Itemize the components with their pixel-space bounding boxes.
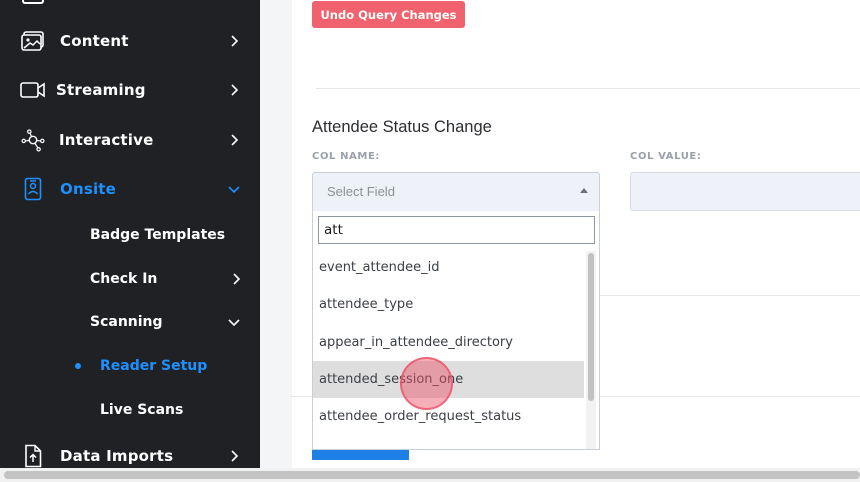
- sidebar-subitem-badge-templates[interactable]: Badge Templates: [0, 215, 260, 255]
- chevron-down-icon: [228, 183, 240, 195]
- active-dot-icon: [75, 363, 81, 369]
- caret-up-icon: [580, 188, 588, 193]
- dropdown-option[interactable]: attendee_order_request_status: [313, 398, 584, 435]
- chevron-right-icon: [228, 84, 240, 96]
- horizontal-scrollbar-thumb[interactable]: [4, 471, 860, 479]
- video-camera-icon: [20, 77, 46, 103]
- section-divider: [316, 88, 860, 89]
- sidebar-item-interactive[interactable]: Interactive: [0, 120, 260, 160]
- badge-icon: [20, 176, 46, 202]
- dropdown-option[interactable]: attendee_type: [313, 286, 584, 323]
- sidebar-subitem-reader-setup[interactable]: Reader Setup: [0, 346, 260, 386]
- file-upload-icon: [20, 443, 46, 468]
- sidebar-item-streaming[interactable]: Streaming: [0, 70, 260, 110]
- dropdown-option[interactable]: appear_in_attendee_directory: [313, 324, 584, 361]
- network-icon: [20, 127, 46, 153]
- sidebar-subitem-label: Scanning: [90, 314, 163, 330]
- sidebar-item-label: Data Imports: [60, 447, 174, 465]
- sidebar-item-content[interactable]: Content: [0, 21, 260, 61]
- undo-query-changes-button[interactable]: Undo Query Changes: [312, 1, 465, 28]
- chevron-right-icon: [228, 35, 240, 47]
- section-title: Attendee Status Change: [312, 118, 492, 136]
- field-dropdown: event_attendee_id attendee_type appear_i…: [312, 211, 600, 450]
- image-icon: [20, 28, 46, 54]
- sidebar-item-label: Streaming: [56, 81, 146, 99]
- sidebar-subitem-scanning[interactable]: Scanning: [0, 302, 260, 342]
- sidebar-subitem-live-scans[interactable]: Live Scans: [0, 390, 260, 430]
- sidebar-subitem-label: Reader Setup: [100, 358, 208, 374]
- col-name-select[interactable]: Select Field: [312, 172, 600, 211]
- horizontal-scrollbar[interactable]: [0, 468, 860, 482]
- card-divider: [600, 295, 860, 296]
- sidebar-subitem-check-in[interactable]: Check In: [0, 259, 260, 299]
- col-name-label: COL NAME:: [312, 151, 380, 162]
- chevron-right-icon: [228, 450, 240, 462]
- sidebar-item-onsite[interactable]: Onsite: [0, 169, 260, 209]
- sidebar-subitem-label: Check In: [90, 271, 158, 287]
- dropdown-search-input[interactable]: [318, 216, 595, 244]
- col-value-input[interactable]: [630, 172, 860, 211]
- sidebar-subitem-label: Live Scans: [100, 402, 184, 418]
- select-placeholder: Select Field: [327, 184, 395, 199]
- chevron-right-icon: [228, 134, 240, 146]
- sidebar-item-label: Onsite: [60, 180, 117, 198]
- sidebar-item-data-imports[interactable]: Data Imports: [0, 436, 260, 468]
- dropdown-option[interactable]: event_attendee_id: [313, 249, 584, 286]
- sidebar-subitem-label: Badge Templates: [90, 227, 226, 243]
- chevron-right-icon: [230, 273, 242, 285]
- sidebar-item-label: Content: [60, 32, 129, 50]
- click-indicator: [400, 357, 453, 410]
- cut-off-nav-icon: [22, 0, 44, 4]
- dropdown-scrollbar-thumb[interactable]: [588, 253, 594, 401]
- sidebar-item-label: Interactive: [59, 131, 154, 149]
- sidebar: Content Streaming Interactive Onsite Bad…: [0, 0, 260, 468]
- chevron-down-icon: [228, 316, 240, 328]
- col-value-label: COL VALUE:: [630, 151, 702, 162]
- app-window: Content Streaming Interactive Onsite Bad…: [0, 0, 860, 482]
